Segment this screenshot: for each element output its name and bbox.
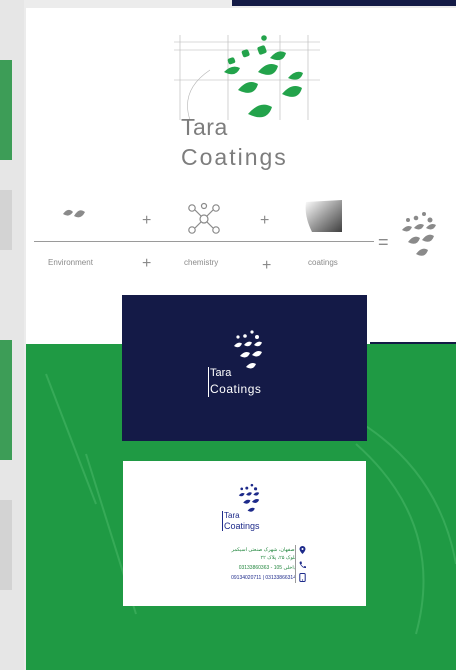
divider <box>222 511 223 531</box>
phone-line-2: 09134020711 | 03133866314 <box>231 575 296 581</box>
green-accent <box>0 340 12 460</box>
plus-sign: + <box>262 257 272 274</box>
mobile-icon <box>299 573 306 582</box>
address-line-1: اصفهان، شهرک صنعتی اسیکمر <box>231 547 296 553</box>
gray-accent <box>0 500 12 590</box>
phone-line-1: 03133860363 - داخلی 105 <box>238 565 296 571</box>
molecule-icon <box>188 202 220 234</box>
plus-sign: + <box>142 212 152 229</box>
business-card-back: Tara Coatings اصفهان، شهرک صنعتی اسیکمر … <box>123 461 366 606</box>
equals-sign: = <box>378 232 389 252</box>
business-card-front: Tara Coatings <box>122 295 367 441</box>
card-back-wordmark-coatings: Coatings <box>224 521 260 531</box>
logo-symbol-gray-icon <box>402 212 436 256</box>
logo-mark-icon <box>174 35 320 120</box>
address-line-2: بلوک ۲۵، پلاک ۲۲ <box>260 555 297 561</box>
card-front-wordmark-tara: Tara <box>210 367 232 379</box>
navy-top-edge <box>232 0 456 6</box>
green-accent <box>0 60 12 160</box>
label-chemistry: chemistry <box>184 258 219 267</box>
leaf-icon <box>63 209 85 218</box>
plus-sign: + <box>260 212 270 229</box>
label-environment: Environment <box>48 258 93 267</box>
card-back-wordmark-tara: Tara <box>224 511 240 520</box>
gray-accent <box>0 190 12 250</box>
logo-wordmark-tara: Tara <box>181 114 228 140</box>
contact-separator <box>295 545 296 583</box>
left-background-strip <box>0 0 24 670</box>
divider <box>208 367 209 397</box>
card-front-wordmark-coatings: Coatings <box>210 382 262 396</box>
texture-icon <box>305 200 342 232</box>
logo-wordmark-coatings: Coatings <box>181 144 288 170</box>
plus-sign: + <box>142 255 152 272</box>
phone-icon <box>299 561 306 569</box>
formula-underline <box>34 241 374 242</box>
logo-symbol-white-icon <box>234 330 262 369</box>
label-coatings: coatings <box>308 258 338 267</box>
location-icon <box>299 546 306 554</box>
